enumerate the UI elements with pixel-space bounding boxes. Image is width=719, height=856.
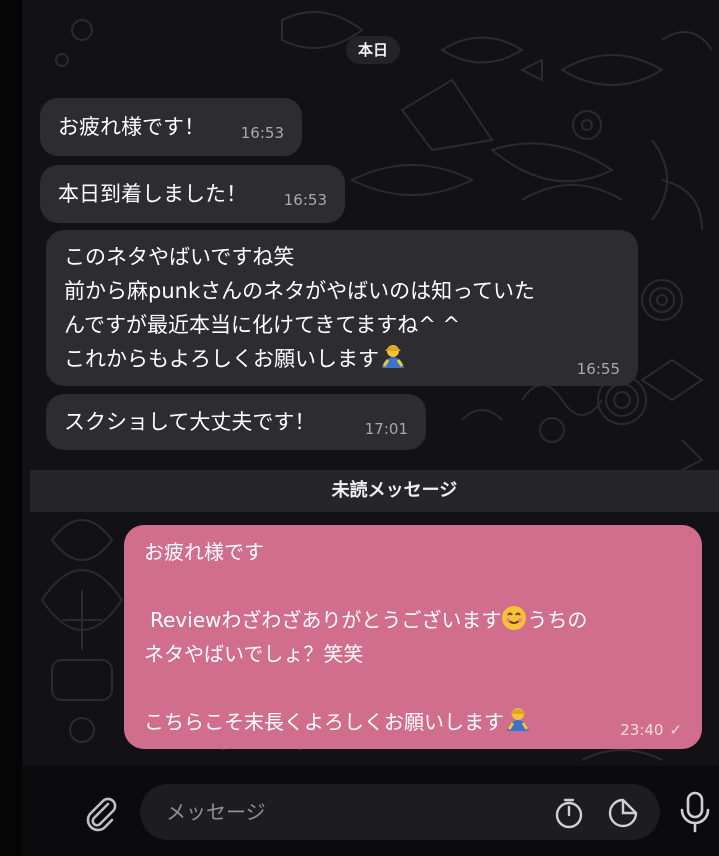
message-line-1: このネタやばいですね笑	[64, 245, 295, 269]
microphone-icon[interactable]	[678, 790, 712, 834]
message-line-2: Reviewわざわざありがとうございます	[150, 608, 502, 632]
message-time: 23:40	[620, 721, 664, 739]
message-composer: メッセージ	[22, 766, 719, 856]
message-line-3: ネタやばいでしょ？笑笑	[144, 642, 364, 666]
outgoing-message[interactable]: お疲れ様です Reviewわざわざありがとうございます うちの ネタやばいでしょ…	[124, 525, 702, 749]
message-time: 16:53	[240, 124, 284, 142]
incoming-message-1[interactable]: お疲れ様です！ 16:53	[40, 98, 302, 156]
bowing-person-emoji-icon	[507, 708, 529, 731]
incoming-message-4[interactable]: スクショして大丈夫です！ 17:01	[46, 394, 426, 450]
bowing-person-emoji-icon	[382, 345, 404, 368]
message-time: 16:53	[283, 191, 327, 209]
unread-messages-divider: 未読メッセージ	[30, 470, 719, 512]
message-line-2-end: うちの	[527, 608, 588, 632]
incoming-message-3[interactable]: このネタやばいですね笑 前から麻punkさんのネタがやばいのは知っていた んです…	[46, 230, 638, 386]
date-separator: 本日	[346, 36, 401, 64]
smiling-face-emoji-icon	[502, 606, 527, 630]
message-line-3: んですが最近本当に化けてきてますね^ ^	[64, 313, 461, 337]
message-line-2-wrap: Reviewわざわざありがとうございます うちの	[144, 603, 682, 637]
message-line-1: お疲れ様です	[144, 540, 264, 564]
sticker-icon[interactable]	[606, 796, 640, 830]
message-line-4-wrap: こちらこそ末長くよろしくお願いします	[144, 705, 682, 739]
message-input-placeholder: メッセージ	[166, 800, 266, 824]
message-line-4: これからもよろしくお願いします	[64, 347, 379, 371]
incoming-message-2[interactable]: 本日到着しました！ 16:53	[40, 165, 345, 223]
screen-edge	[0, 0, 22, 856]
message-text: スクショして大丈夫です！	[64, 410, 316, 434]
message-line-2: 前から麻punkさんのネタがやばいのは知っていた	[64, 279, 536, 303]
read-check-icon: ✓	[669, 721, 682, 739]
timer-icon[interactable]	[552, 796, 586, 830]
message-time-status: 23:40 ✓	[620, 721, 682, 739]
message-line-4-wrap: これからもよろしくお願いします	[64, 342, 620, 376]
message-line-4: こちらこそ末長くよろしくお願いします	[144, 710, 504, 734]
chat-screen: 本日 お疲れ様です！ 16:53 本日到着しました！ 16:53 このネタやばい…	[0, 0, 719, 856]
message-time: 16:55	[576, 360, 620, 378]
paperclip-icon[interactable]	[82, 794, 120, 832]
message-input[interactable]: メッセージ	[140, 784, 660, 840]
message-text: 本日到着しました！	[58, 182, 247, 206]
message-time: 17:01	[364, 420, 408, 438]
message-text: お疲れ様です！	[58, 115, 205, 139]
